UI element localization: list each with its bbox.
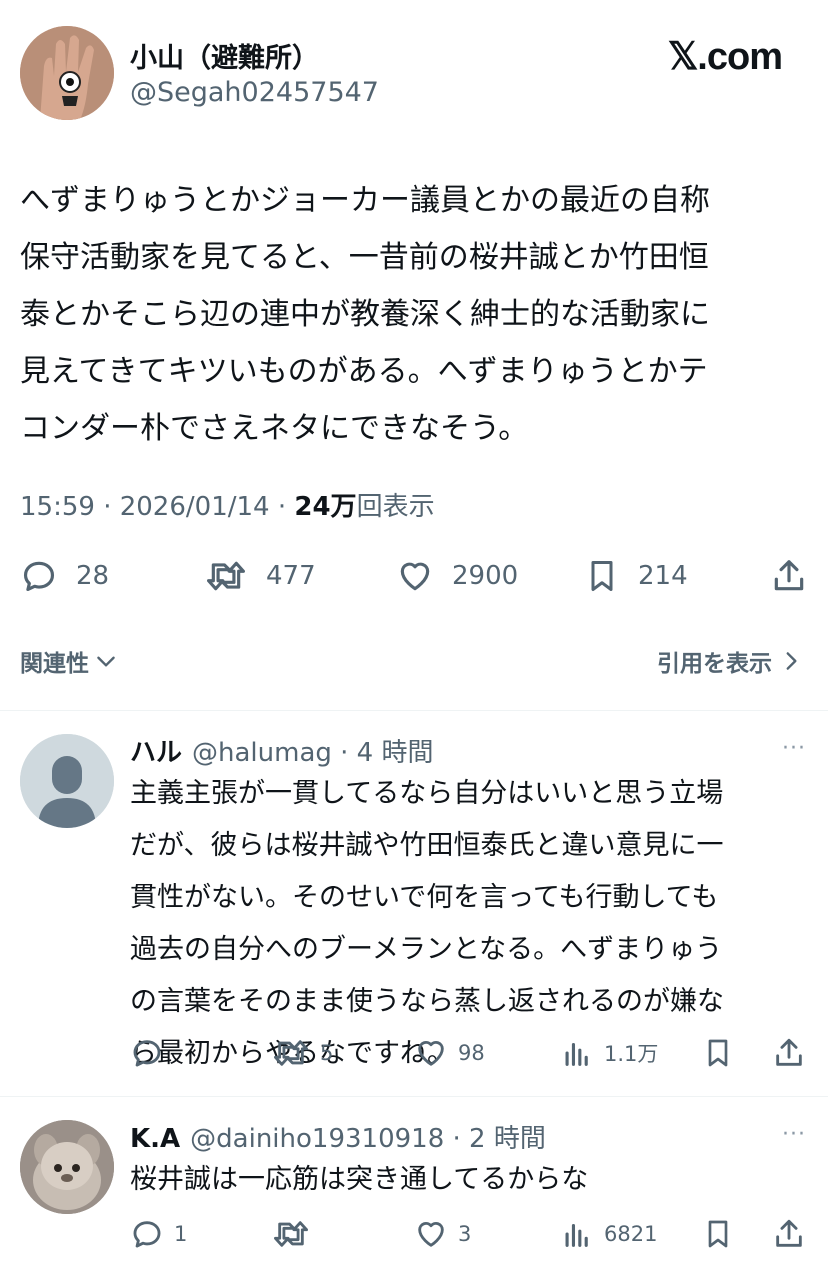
reply-icon bbox=[23, 561, 55, 592]
bookmark-button[interactable]: 214 bbox=[584, 556, 688, 596]
reply-count: 1 bbox=[174, 1222, 188, 1246]
quote-label: 引用を表示 bbox=[657, 651, 772, 677]
like-count: 2900 bbox=[452, 561, 519, 591]
heart-icon bbox=[418, 1222, 444, 1247]
like-button[interactable]: 98 bbox=[414, 1036, 485, 1070]
analytics-icon bbox=[565, 1042, 588, 1066]
retweet-icon bbox=[273, 1040, 308, 1066]
like-count: 98 bbox=[458, 1041, 485, 1065]
tweet-meta: 15:59 · 2026/01/14 · 24万回表示 bbox=[20, 486, 435, 523]
reply-text: 桜井誠は一応筋は突き通してるからな bbox=[130, 1164, 589, 1195]
heart-icon bbox=[400, 562, 430, 591]
share-button[interactable] bbox=[772, 1036, 806, 1070]
related-label: 関連性 bbox=[20, 651, 89, 677]
reply-header: ハル @halumag · 4 時間 bbox=[130, 732, 434, 769]
reply-button[interactable]: 1 bbox=[130, 1217, 187, 1251]
tweet-timestamp[interactable]: 15:59 · 2026/01/14 · bbox=[20, 492, 294, 522]
reply-author-name[interactable]: K.A bbox=[130, 1124, 180, 1154]
share-icon bbox=[774, 560, 804, 591]
bookmark-count: 214 bbox=[638, 561, 688, 591]
reply-button[interactable] bbox=[130, 1036, 174, 1070]
share-icon bbox=[776, 1219, 802, 1247]
more-options-icon[interactable]: ··· bbox=[782, 1122, 806, 1147]
heart-icon bbox=[418, 1041, 444, 1066]
divider bbox=[0, 710, 828, 711]
reply-text: 主義主張が一貫してるなら自分はいいと思う立場 だが、彼らは桜井誠や竹田恒泰氏と違… bbox=[130, 778, 724, 1069]
reply-count: 28 bbox=[76, 561, 110, 591]
tweet-text: へずまりゅうとかジョーカー議員とかの最近の自称 保守活動家を見てると、一昔前の桜… bbox=[20, 183, 710, 446]
reply-author-name[interactable]: ハル bbox=[130, 732, 182, 769]
author-handle[interactable]: @Segah02457547 bbox=[130, 77, 379, 108]
retweet-count: 5 bbox=[320, 1041, 334, 1065]
reply-avatar[interactable] bbox=[20, 734, 114, 828]
view-count: 1.1万 bbox=[604, 1042, 659, 1066]
views-button[interactable]: 6821 bbox=[560, 1217, 657, 1251]
reply-handle-time[interactable]: @halumag · 4 時間 bbox=[192, 732, 433, 769]
retweet-button[interactable] bbox=[272, 1217, 320, 1251]
share-button[interactable] bbox=[770, 556, 808, 596]
like-button[interactable]: 2900 bbox=[396, 556, 518, 596]
bookmark-icon bbox=[708, 1039, 728, 1067]
site-logo: 𝕏.com bbox=[667, 36, 783, 78]
view-count: 24万 bbox=[294, 492, 357, 522]
retweet-button[interactable]: 477 bbox=[204, 556, 316, 596]
views-button[interactable]: 1.1万 bbox=[560, 1036, 658, 1070]
retweet-button[interactable]: 5 bbox=[272, 1036, 333, 1070]
author-avatar[interactable] bbox=[20, 26, 114, 120]
reply-button[interactable]: 28 bbox=[20, 556, 109, 596]
related-dropdown[interactable]: 関連性 bbox=[20, 644, 119, 678]
divider bbox=[0, 1096, 828, 1097]
reply-header: K.A @dainiho19310918 · 2 時間 bbox=[130, 1118, 546, 1155]
retweet-icon bbox=[273, 1221, 308, 1247]
retweet-icon bbox=[206, 561, 245, 591]
bookmark-icon bbox=[591, 561, 613, 591]
reply-icon bbox=[133, 1221, 161, 1248]
analytics-icon bbox=[565, 1223, 588, 1247]
view-label: 回表示 bbox=[356, 492, 435, 522]
share-icon bbox=[776, 1038, 802, 1066]
bookmark-button[interactable] bbox=[702, 1217, 734, 1251]
like-count: 3 bbox=[458, 1222, 472, 1246]
view-quotes-link[interactable]: 引用を表示 bbox=[657, 644, 804, 678]
bookmark-icon bbox=[708, 1220, 728, 1248]
reply-handle-time[interactable]: @dainiho19310918 · 2 時間 bbox=[190, 1118, 546, 1155]
bookmark-button[interactable] bbox=[702, 1036, 734, 1070]
view-count: 6821 bbox=[604, 1222, 658, 1246]
chevron-right-icon bbox=[786, 652, 797, 670]
author-name[interactable]: 小山（避難所） bbox=[130, 36, 319, 75]
chevron-down-icon bbox=[97, 656, 115, 667]
more-options-icon[interactable]: ··· bbox=[782, 736, 806, 761]
retweet-count: 477 bbox=[266, 561, 316, 591]
like-button[interactable]: 3 bbox=[414, 1217, 471, 1251]
reply-avatar[interactable] bbox=[20, 1120, 114, 1214]
share-button[interactable] bbox=[772, 1217, 806, 1251]
reply-icon bbox=[133, 1040, 161, 1067]
